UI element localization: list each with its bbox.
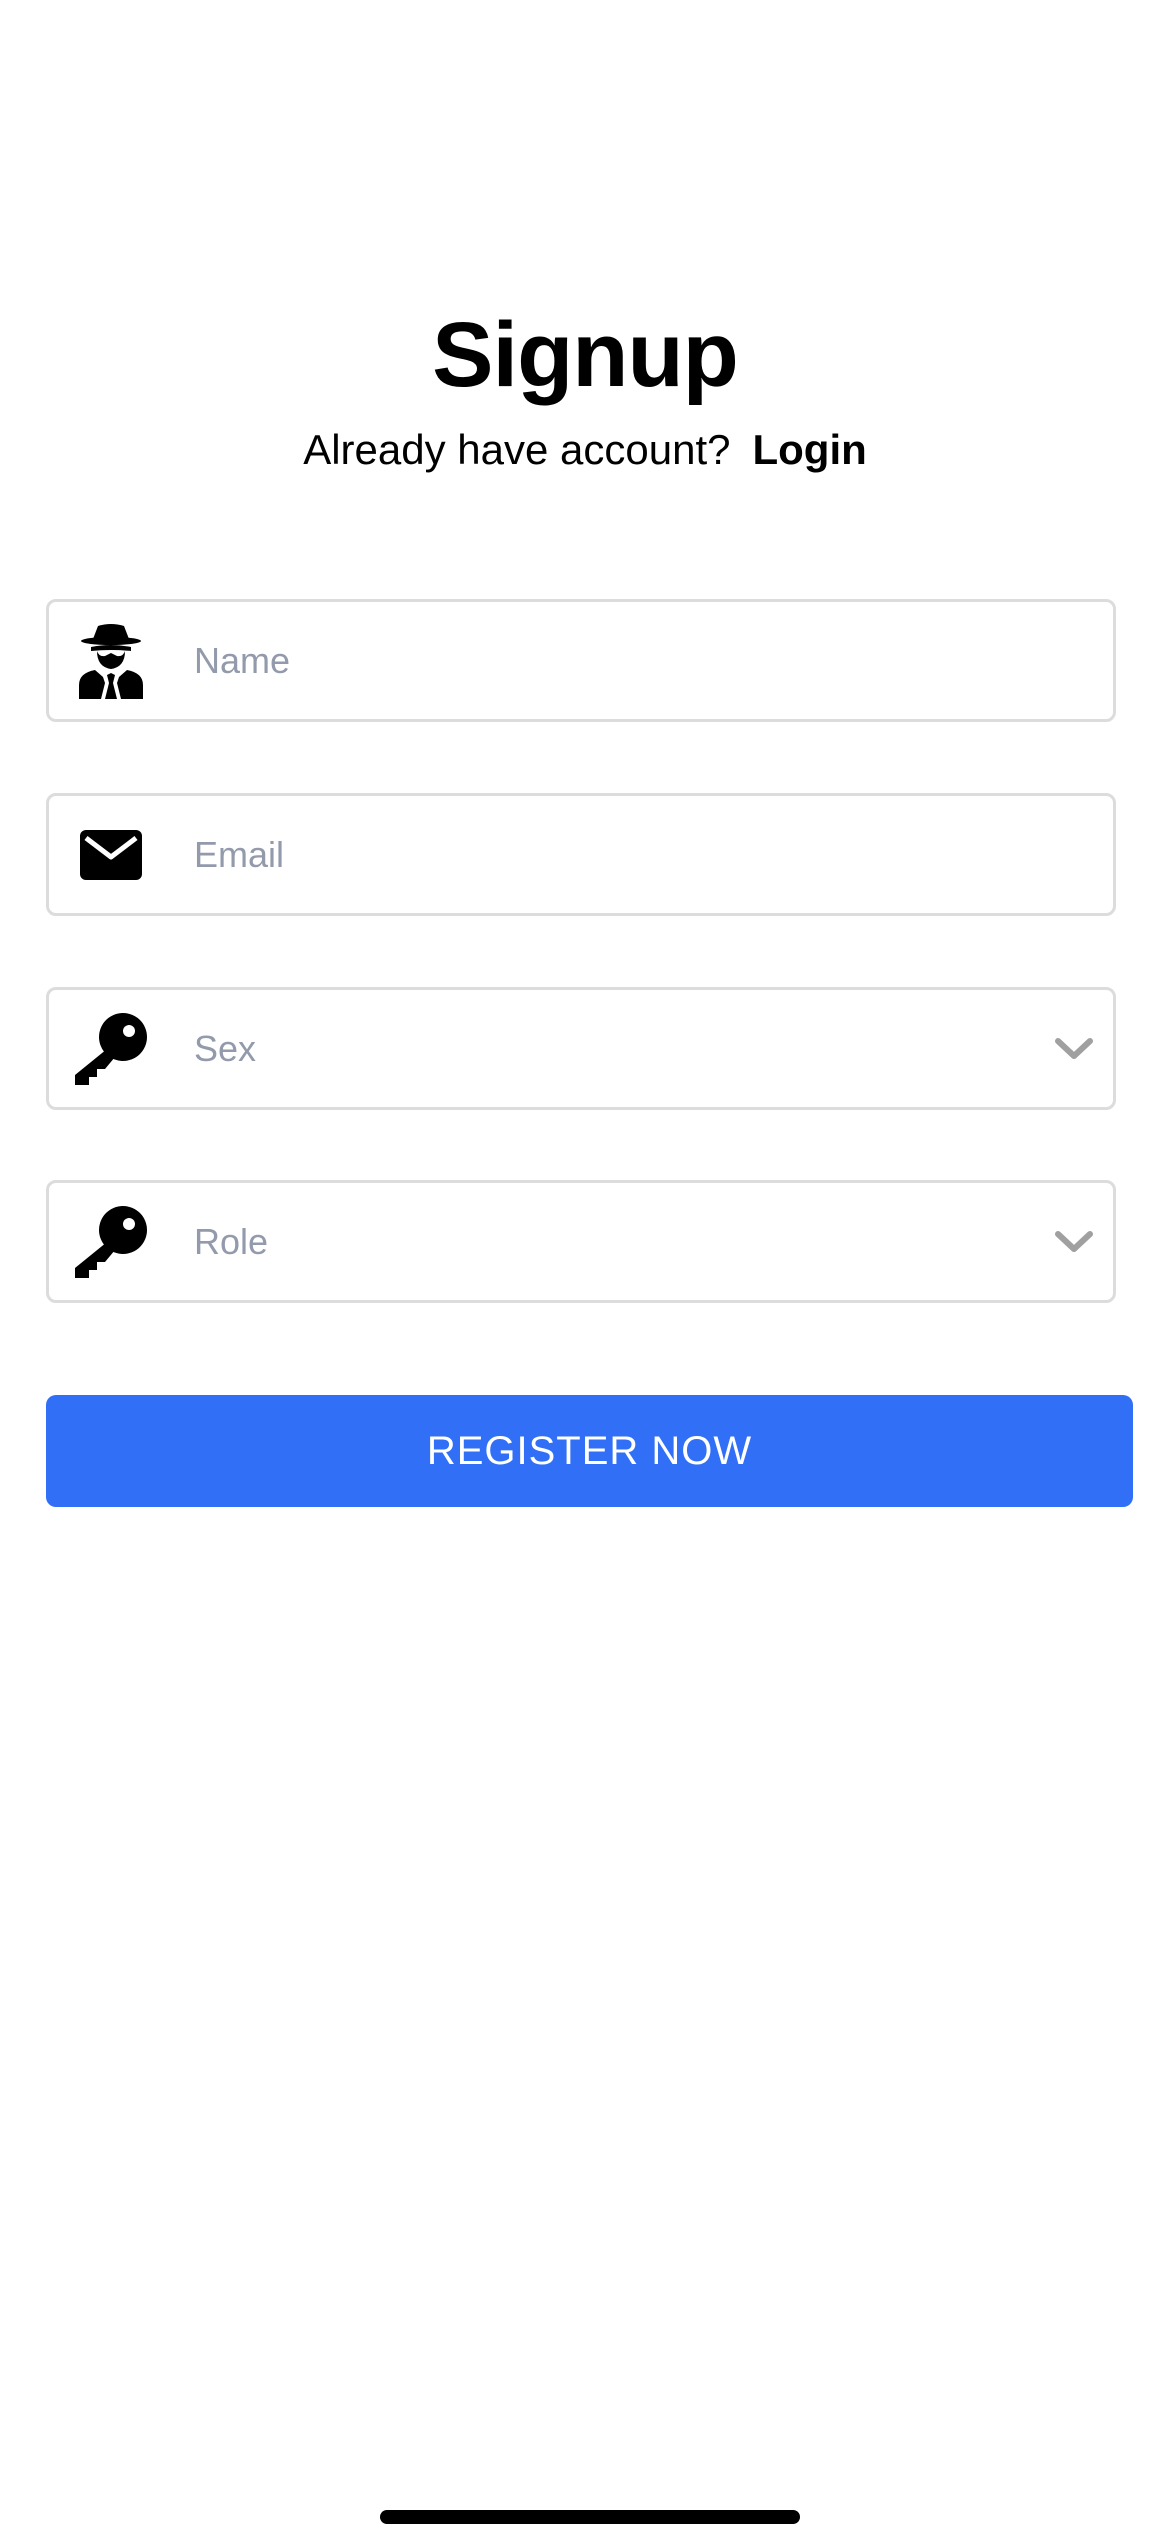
chevron-down-icon[interactable] bbox=[1051, 1219, 1097, 1265]
user-secret-icon bbox=[71, 621, 151, 701]
name-input[interactable]: Name bbox=[194, 602, 290, 719]
name-field[interactable]: Name bbox=[46, 599, 1116, 722]
sex-select-value: Sex bbox=[194, 1027, 257, 1069]
email-field[interactable]: Email bbox=[46, 793, 1116, 916]
register-button[interactable]: REGISTER NOW bbox=[46, 1395, 1133, 1507]
login-link[interactable]: Login bbox=[752, 426, 866, 473]
chevron-down-icon[interactable] bbox=[1051, 1026, 1097, 1072]
home-indicator[interactable] bbox=[380, 2510, 800, 2524]
page-title: Signup bbox=[432, 304, 739, 406]
login-prompt-text: Already have account? bbox=[303, 426, 731, 473]
email-input[interactable]: Email bbox=[194, 796, 284, 913]
envelope-icon bbox=[71, 815, 151, 895]
key-icon bbox=[71, 1009, 151, 1089]
key-icon bbox=[71, 1202, 151, 1282]
role-select-value: Role bbox=[194, 1220, 269, 1262]
role-select[interactable]: Role bbox=[46, 1180, 1116, 1303]
login-prompt: Already have account? Login bbox=[0, 420, 1170, 480]
sex-select[interactable]: Sex bbox=[46, 987, 1116, 1110]
